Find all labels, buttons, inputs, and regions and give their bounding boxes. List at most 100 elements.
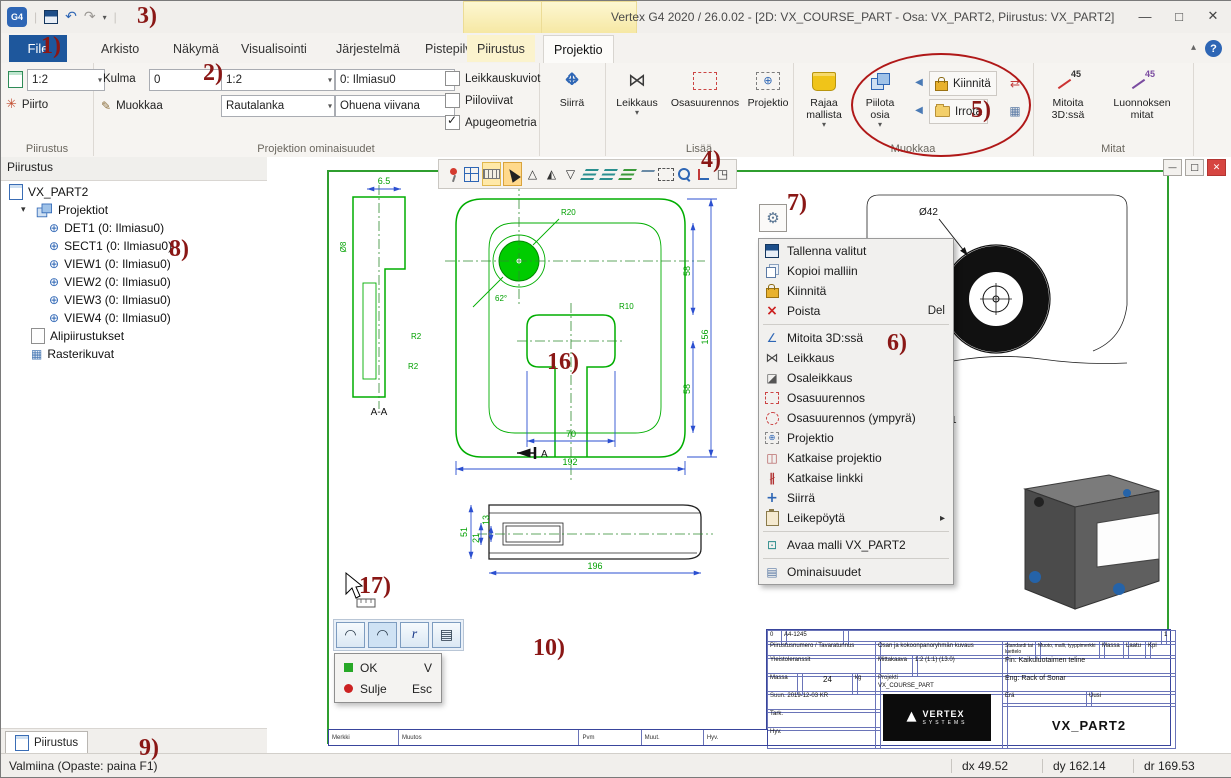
menu-item-osaleikkaus[interactable]: ◪ Osaleikkaus [759,368,953,388]
siirra-button[interactable]: ↔↕ Siirrä [545,65,599,109]
mdi-close-button[interactable]: ✕ [1207,159,1226,176]
tree-item-vx-part2[interactable]: VX_PART2 [5,183,265,201]
ilmiasu-combo[interactable]: 0: Ilmiasu0 [335,69,455,91]
menu-item-osasuurennos[interactable]: Osasuurennos [759,388,953,408]
select-pointer-icon[interactable] [503,162,522,186]
muokkaa-button[interactable]: ✎ Muokkaa [101,99,163,113]
level-planes-icon[interactable] [600,163,617,185]
pin-icon[interactable] [444,163,461,185]
projektio-label: Projektio [748,97,789,109]
mdi-restore-button[interactable]: □ [1185,159,1204,176]
tree-item-view1[interactable]: ⊕ VIEW1 (0: Ilmiasu0) [5,255,265,273]
tb-scale-3: (13.0) [939,657,955,663]
maximize-button[interactable]: □ [1162,1,1196,31]
menu-item-ominaisuudet[interactable]: ▤ Ominaisuudet [759,562,953,582]
tree-item-projektiot[interactable]: ▾ Projektiot [5,201,265,219]
arc-points-tool-icon[interactable]: ◠ [368,622,397,648]
ribbon-collapse-icon[interactable]: ▴ [1191,42,1196,53]
radius-tool-button[interactable]: r [400,622,429,648]
tab-projektio[interactable]: Projektio [543,35,614,63]
menu-item-mitoita-3d[interactable]: ∠ Mitoita 3D:ssä [759,328,953,348]
undo-icon[interactable]: ↶ [65,10,77,24]
triangle-dashed-icon[interactable]: △ [524,163,541,185]
checkbox-piiloviivat[interactable]: Piiloviivat [445,93,513,108]
checkbox-leikkauskuviot[interactable]: Leikkauskuviot [445,71,540,86]
projection-scale-combo[interactable]: 1:2 [221,69,335,91]
tree-item-sect1[interactable]: ⊕ SECT1 (0: Ilmiasu0) [5,237,265,255]
menu-item-kopioi-malliin[interactable]: Kopioi malliin [759,261,953,281]
tab-nakyma[interactable]: Näkymä [163,35,229,62]
menu-item-projektio[interactable]: Projektio [759,428,953,448]
drawing-area[interactable]: 6.5 Ø8 R2 R2 A-A R20 R [267,157,1231,753]
minimize-button[interactable]: — [1128,1,1162,31]
leikkaus-button[interactable]: ⋈ Leikkaus ▾ [609,65,665,117]
measure-ruler-icon[interactable] [482,162,501,186]
menu-item-leikkaus[interactable]: ⋈ Leikkaus [759,348,953,368]
rajaa-mallista-button[interactable]: Rajaa mallista ▾ [795,65,853,129]
tree-item-rasterikuvat[interactable]: ▦ Rasterikuvat [5,345,265,363]
main-view[interactable]: R20 R10 62° 156 58 58 70 192 [445,181,717,483]
mdi-minimize-button[interactable]: — [1163,159,1182,176]
menu-item-avaa-malli[interactable]: ⊡ Avaa malli VX_PART2 [759,535,953,555]
tab-arkisto[interactable]: Arkisto [91,35,149,62]
close-row[interactable]: Sulje Esc [335,678,441,699]
menu-label: Kopioi malliin [787,264,858,278]
menu-item-osasuurennos-ympyra[interactable]: Osasuurennos (ympyrä) [759,408,953,428]
viivatyyppi-combo[interactable]: Ohuena viivana [335,95,455,117]
menu-item-siirra[interactable]: + Siirrä [759,488,953,508]
zoom-icon[interactable] [676,163,693,185]
app-logo-icon[interactable]: G4 [7,7,27,27]
tab-jarjestelma[interactable]: Järjestelmä [326,35,410,62]
tree-item-view2[interactable]: ⊕ VIEW2 (0: Ilmiasu0) [5,273,265,291]
menu-item-leikepoyta[interactable]: Leikepöytä ▸ [759,508,953,528]
menu-item-kiinnita[interactable]: Kiinnitä [759,281,953,301]
gear-icon[interactable]: ⚙ [759,204,787,232]
expander-down-icon[interactable]: ▾ [21,205,30,215]
arc-tool-icon[interactable]: ◠ [336,622,365,648]
checkbox-apugeometria[interactable]: Apugeometria [445,115,537,130]
luonnoksen-mitat-button[interactable]: 45 Luonnoksen mitat [1105,65,1179,121]
view-3d[interactable] [1025,475,1159,609]
section-label: A-A [371,407,388,418]
projection-icon: ⊕ [49,275,59,289]
tab-piirustus[interactable]: Piirustus [467,35,535,62]
pan-view-icon[interactable] [463,163,480,185]
tool-properties-icon[interactable]: ▤ [432,622,461,648]
piirto-button[interactable]: ✳ Piirto [6,97,48,112]
kulma-value: 0 [154,74,160,86]
close-button[interactable]: ✕ [1196,1,1230,31]
title-block: 0 A4-1245 1 Piirustusnumero / Tavaratunn… [766,629,1171,746]
redo-icon[interactable]: ↷ [84,10,96,24]
menu-item-poista[interactable]: × Poista Del [759,301,953,321]
company-logo: ▲ VERTEX SYSTEMS [883,694,991,741]
tab-visualisointi[interactable]: Visualisointi [231,35,317,62]
filter-icon[interactable]: ▽ [562,163,579,185]
level-line-icon[interactable] [638,163,655,185]
section-view-a-a[interactable]: 6.5 Ø8 R2 R2 A-A [339,176,422,418]
level-planes-icon[interactable] [581,163,598,185]
osasuurennos-button[interactable]: Osasuurennos [667,65,743,109]
triangle-solid-icon[interactable]: ◭ [543,163,560,185]
dropdown-chevron-icon[interactable]: ▾ [822,121,826,129]
marquee-select-icon[interactable] [657,163,674,185]
help-button[interactable]: ? [1205,40,1222,57]
dropdown-chevron-icon[interactable]: ▾ [635,109,639,117]
ok-row[interactable]: OK V [335,657,441,678]
menu-item-tallenna-valitut[interactable]: Tallenna valitut [759,241,953,261]
save-icon[interactable] [44,10,58,24]
tree-item-det1[interactable]: ⊕ DET1 (0: Ilmiasu0) [5,219,265,237]
tree-item-alipiirustukset[interactable]: Alipiirustukset [5,327,265,345]
tree-item-view4[interactable]: ⊕ VIEW4 (0: Ilmiasu0) [5,309,265,327]
muokkaa-label: Muokkaa [116,100,163,112]
tree-item-view3[interactable]: ⊕ VIEW3 (0: Ilmiasu0) [5,291,265,309]
window-controls: — □ ✕ [1128,1,1230,31]
mitoita-3d-button[interactable]: 45 Mitoita 3D:ssä [1037,65,1099,121]
side-view[interactable]: 51 21 13 196 [459,505,713,573]
menu-item-katkaise-linkki[interactable]: ∦ Katkaise linkki [759,468,953,488]
menu-item-katkaise-projektio[interactable]: ◫ Katkaise projektio [759,448,953,468]
level-planes-green-icon[interactable] [619,163,636,185]
qat-customize-chevron-icon[interactable]: ▾ [103,13,107,22]
esitystapa-combo[interactable]: Rautalanka [221,95,335,117]
panel-tab-piirustus[interactable]: Piirustus [5,731,88,755]
projektio-button[interactable]: Projektio [745,65,791,109]
